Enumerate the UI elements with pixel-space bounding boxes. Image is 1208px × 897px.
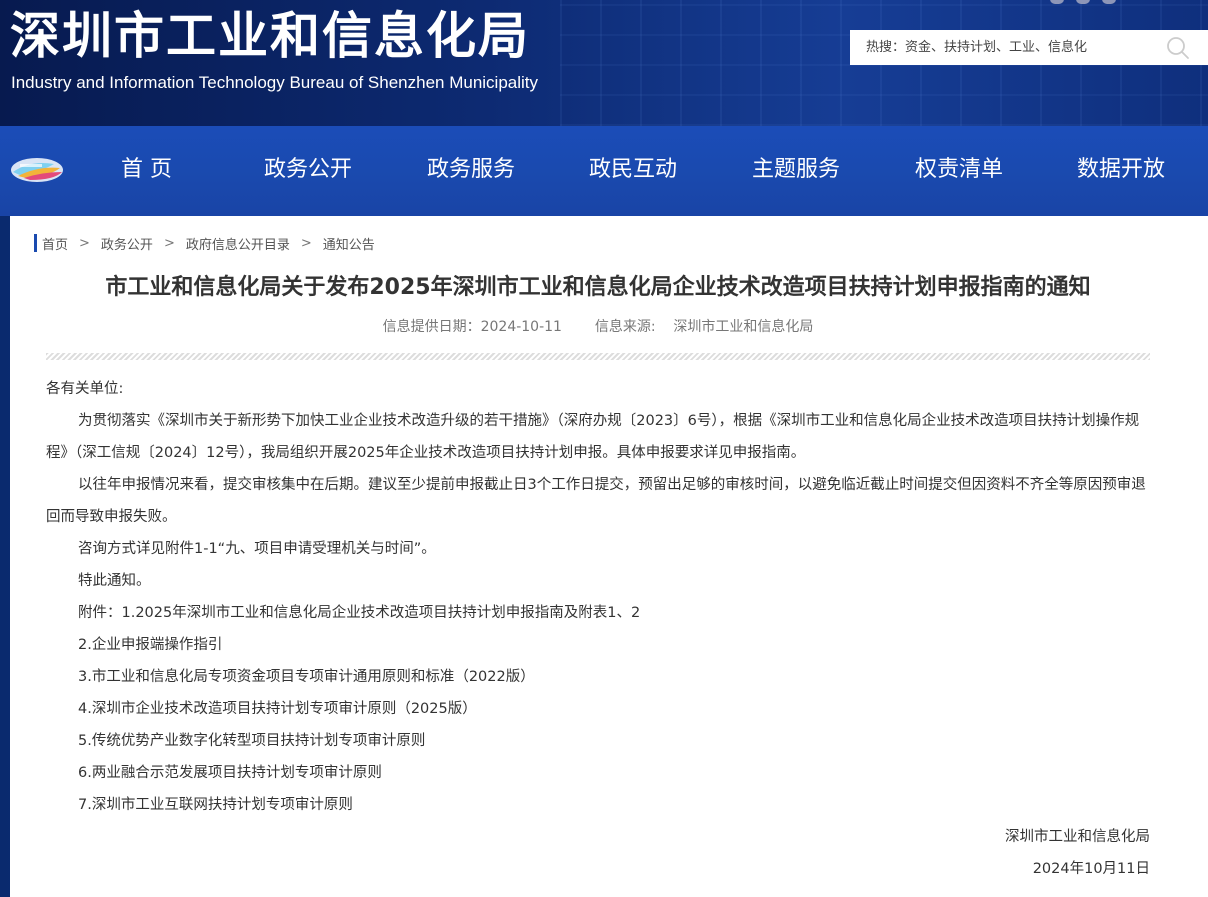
attachment-link[interactable]: 7.深圳市工业互联网扶持计划专项审计原则 xyxy=(46,789,1154,821)
article-source-label: 信息来源: xyxy=(594,319,656,335)
search-box xyxy=(850,30,1208,65)
title-divider xyxy=(46,353,1150,360)
breadcrumb-separator: > xyxy=(79,235,90,251)
breadcrumb-notices[interactable]: 通知公告 xyxy=(323,234,375,253)
paragraph: 为贯彻落实《深圳市关于新形势下加快工业企业技术改造升级的若干措施》（深府办规〔2… xyxy=(46,413,1140,461)
top-icons xyxy=(1050,0,1116,4)
nav-item-gov-services[interactable]: 政务服务 xyxy=(427,154,515,186)
nav-item-power-list[interactable]: 权责清单 xyxy=(915,154,1003,186)
city-logo-icon[interactable] xyxy=(10,156,64,184)
nav-item-interaction[interactable]: 政民互动 xyxy=(589,154,677,186)
attachment-link[interactable]: 5.传统优势产业数字化转型项目扶持计划专项审计原则 xyxy=(46,725,1154,757)
nav-item-open-data[interactable]: 数据开放 xyxy=(1077,154,1165,186)
attachment-link[interactable]: 4.深圳市企业技术改造项目扶持计划专项审计原则（2025版） xyxy=(46,693,1154,725)
article-container: 首页 > 政务公开 > 政府信息公开目录 > 通知公告 市工业和信息化局关于发布… xyxy=(10,216,1208,897)
attachment-link[interactable]: 附件：1.2025年深圳市工业和信息化局企业技术改造项目扶持计划申报指南及附表1… xyxy=(46,597,1154,629)
article-body: 各有关单位: 为贯彻落实《深圳市关于新形势下加快工业企业技术改造升级的若干措施》… xyxy=(46,373,1154,885)
attachment-link[interactable]: 3.市工业和信息化局专项资金项目专项审计通用原则和标准（2022版） xyxy=(46,661,1154,693)
site-title: 深圳市工业和信息化局 xyxy=(10,7,530,65)
breadcrumb: 首页 > 政务公开 > 政府信息公开目录 > 通知公告 xyxy=(34,234,375,253)
breadcrumb-separator: > xyxy=(300,235,312,251)
site-header: 深圳市工业和信息化局 Industry and Information Tech… xyxy=(0,0,1208,126)
paragraph: 咨询方式详见附件1-1“九、项目申请受理机关与时间”。 xyxy=(78,541,436,557)
site-subtitle: Industry and Information Technology Bure… xyxy=(11,73,539,92)
sign-date: 2024年10月11日 xyxy=(1032,861,1150,877)
search-input[interactable] xyxy=(850,30,1150,65)
nav-item-topic-services[interactable]: 主题服务 xyxy=(752,154,840,186)
breadcrumb-separator: > xyxy=(163,235,175,251)
nav-item-home[interactable]: 首 页 xyxy=(121,154,172,186)
breadcrumb-home[interactable]: 首页 xyxy=(42,234,68,253)
signature: 深圳市工业和信息化局 xyxy=(1005,829,1150,845)
breadcrumb-info-catalog[interactable]: 政府信息公开目录 xyxy=(186,234,290,253)
top-icon-3[interactable] xyxy=(1102,0,1116,4)
top-icon-1[interactable] xyxy=(1050,0,1064,4)
top-icon-2[interactable] xyxy=(1076,0,1090,4)
nav-item-gov-affairs[interactable]: 政务公开 xyxy=(264,154,352,186)
article-date: 信息提供日期：2024-10-11 xyxy=(382,319,562,335)
article-meta: 信息提供日期：2024-10-11 信息来源: 深圳市工业和信息化局 xyxy=(10,316,1186,338)
attachment-link[interactable]: 2.企业申报端操作指引 xyxy=(46,629,1154,661)
attachment-link[interactable]: 6.两业融合示范发展项目扶持计划专项审计原则 xyxy=(46,757,1154,789)
paragraph: 特此通知。 xyxy=(78,573,151,589)
paragraph: 以往年申报情况来看，提交审核集中在后期。建议至少提前申报截止日3个工作日提交，预… xyxy=(46,477,1146,525)
salutation: 各有关单位: xyxy=(46,381,124,397)
search-icon[interactable] xyxy=(1166,36,1190,60)
article-title: 市工业和信息化局关于发布2025年深圳市工业和信息化局企业技术改造项目扶持计划申… xyxy=(105,275,1091,300)
breadcrumb-gov-affairs[interactable]: 政务公开 xyxy=(101,234,153,253)
main-nav: 首 页 政务公开 政务服务 政民互动 主题服务 权责清单 数据开放 xyxy=(0,126,1208,216)
article-source-value: 深圳市工业和信息化局 xyxy=(673,319,814,335)
